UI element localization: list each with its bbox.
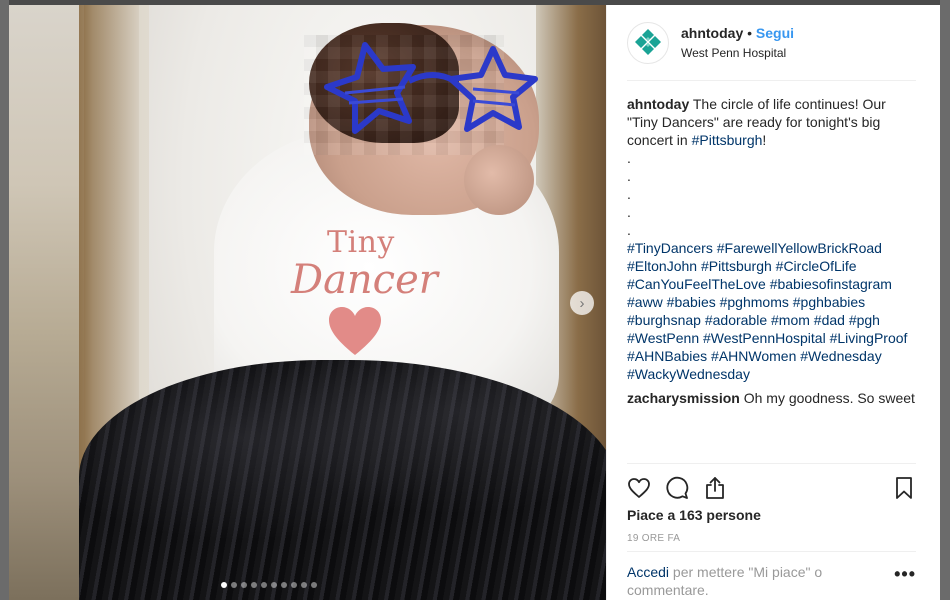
location-link[interactable]: West Penn Hospital xyxy=(681,46,794,60)
carousel-dot xyxy=(250,582,257,588)
caption-dot-line: . xyxy=(627,204,631,220)
star-glasses xyxy=(324,42,538,134)
login-prompt-text: Accedi per mettere "Mi piace" o commenta… xyxy=(627,563,894,599)
likes-count[interactable]: Piace a 163 persone xyxy=(627,507,761,523)
overlay-backdrop-right[interactable] xyxy=(940,0,950,600)
post-timestamp[interactable]: 19 ORE FA xyxy=(627,533,680,544)
header-separator: • xyxy=(747,25,753,41)
comment-username[interactable]: zacharysmission xyxy=(627,390,740,406)
carousel-dot xyxy=(300,582,307,588)
carousel-dot xyxy=(270,582,277,588)
comment-item: zacharysmission Oh my goodness. So sweet xyxy=(627,389,916,407)
post-modal: Tiny Dancer › ahntoday • Segui West Penn… xyxy=(9,5,940,600)
carousel-dot xyxy=(240,582,247,588)
caption-hashtag-link[interactable]: #Pittsburgh xyxy=(692,132,763,148)
comment-text: Oh my goodness. So sweet xyxy=(743,390,915,406)
caption-username[interactable]: ahntoday xyxy=(627,96,689,112)
bookmark-icon[interactable] xyxy=(892,476,916,500)
caption: ahntoday The circle of life continues! O… xyxy=(627,95,916,383)
comment-icon[interactable] xyxy=(665,476,689,500)
follow-button[interactable]: Segui xyxy=(756,25,794,41)
carousel-dot xyxy=(260,582,267,588)
heart-icon[interactable] xyxy=(627,476,651,500)
avatar[interactable] xyxy=(627,21,669,64)
caption-dot-line: . xyxy=(627,168,631,184)
caption-dot-line: . xyxy=(627,186,631,202)
caption-dot-line: . xyxy=(627,222,631,238)
comments-list: ahntoday The circle of life continues! O… xyxy=(627,95,916,407)
baby-hand xyxy=(464,145,534,215)
post-sidebar: ahntoday • Segui West Penn Hospital ahnt… xyxy=(606,5,940,600)
carousel-dot xyxy=(220,582,227,588)
onesie-text-dancer: Dancer xyxy=(291,257,438,303)
chevron-right-icon: › xyxy=(579,294,585,312)
post-header: ahntoday • Segui West Penn Hospital xyxy=(627,5,916,81)
carousel-dot xyxy=(290,582,297,588)
more-options-button[interactable]: ••• xyxy=(894,565,916,599)
onesie-heart xyxy=(329,307,381,355)
share-icon[interactable] xyxy=(703,476,727,500)
header-top-row: ahntoday • Segui xyxy=(681,25,794,41)
carousel-dot xyxy=(310,582,317,588)
logo-icon xyxy=(635,28,661,55)
header-text: ahntoday • Segui West Penn Hospital xyxy=(681,25,794,60)
login-link[interactable]: Accedi xyxy=(627,564,669,580)
black-tutu xyxy=(79,360,606,600)
onesie-text-tiny: Tiny xyxy=(327,225,395,260)
caption-hashtags[interactable]: #TinyDancers #FarewellYellowBrickRoad #E… xyxy=(627,239,916,383)
action-bar xyxy=(627,463,916,500)
overlay-backdrop-left[interactable] xyxy=(0,0,9,600)
photo-background-objects xyxy=(9,5,84,600)
header-username[interactable]: ahntoday xyxy=(681,25,743,41)
login-prompt: Accedi per mettere "Mi piace" o commenta… xyxy=(627,551,916,599)
post-photo[interactable]: Tiny Dancer › xyxy=(9,5,606,600)
next-photo-button[interactable]: › xyxy=(570,291,594,315)
carousel-dot xyxy=(280,582,287,588)
caption-dot-line: . xyxy=(627,150,631,166)
caption-text-after-link: ! xyxy=(762,132,767,148)
carousel-indicator xyxy=(9,582,606,588)
carousel-dot xyxy=(230,582,237,588)
